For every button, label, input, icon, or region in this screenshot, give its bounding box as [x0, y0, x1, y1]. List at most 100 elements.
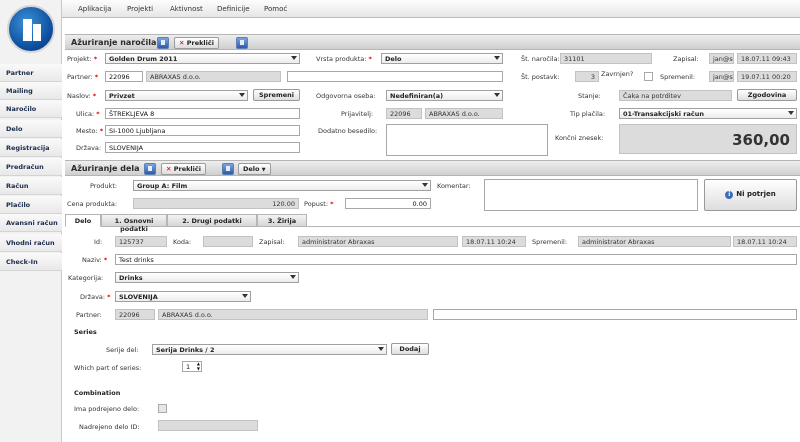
ni-potrjen-button[interactable]: i Ni potrjen [704, 179, 797, 211]
partner-id-field[interactable]: 22096 [105, 71, 143, 82]
dodaj-button[interactable]: Dodaj [391, 343, 429, 355]
koda-field [203, 236, 253, 247]
sidebar-item-narocilo[interactable]: Naročilo [0, 100, 62, 118]
zgodovina-button[interactable]: Zgodovina [737, 89, 797, 101]
work-zapisal-label: Zapisal: [259, 238, 285, 246]
popust-label: Popust: * [304, 200, 334, 208]
menu-aktivnost[interactable]: Aktivnost [170, 5, 203, 13]
mesto-field[interactable]: SI-1000 Ljubljana [105, 125, 300, 136]
sidebar-item-delo[interactable]: Delo [0, 120, 62, 138]
work-drzava-select[interactable]: SLOVENIJA [115, 291, 251, 302]
prijavitelj-name-field: ABRAXAS d.o.o. [425, 108, 503, 119]
id-label: Id: [94, 238, 103, 246]
komentar-label: Komentar: [437, 182, 471, 190]
tab-zirija[interactable]: 3. Žirija [257, 214, 307, 227]
menu-projekti[interactable]: Projekti [127, 5, 153, 13]
work-partner-name-field: ABRAXAS d.o.o. [158, 309, 428, 320]
partner-label: Partner: * [67, 73, 99, 81]
zapisal-label: Zapisal: [673, 55, 699, 63]
sidebar-item-partner[interactable]: Partner [0, 64, 62, 82]
dodatno-besedilo-textarea[interactable] [386, 124, 548, 156]
cena-produkta-field: 120.00 [133, 198, 299, 209]
nadrejeno-delo-label: Nadrejeno delo ID: [79, 423, 140, 431]
ulica-field[interactable]: ŠTREKLJEVA 8 [105, 108, 300, 119]
work-partner-label: Partner: [76, 311, 102, 319]
partner-extra-field[interactable] [287, 71, 503, 82]
serije-del-label: Serije del: [106, 346, 139, 354]
zavrnjen-label: Zavrnjen? [601, 70, 634, 78]
zapisal-user-field: jan@s [709, 53, 734, 64]
ima-podrejeno-label: Ima podrejeno delo: [74, 405, 140, 413]
menu-pomoc[interactable]: Pomoć [264, 5, 287, 13]
delo-dropdown-button[interactable]: Delo ▼ [238, 163, 271, 175]
komentar-textarea[interactable] [484, 179, 698, 211]
tab-delo[interactable]: Delo [65, 214, 101, 227]
tab-drugi-podatki[interactable]: 2. Drugi podatki [167, 214, 257, 227]
spremenil-user-field: jan@s [709, 71, 734, 82]
kategorija-label: Kategorija: [68, 274, 104, 282]
projekt-select[interactable]: Golden Drum 2011 [105, 53, 300, 64]
st-narocila-label: Št. naročila: [521, 55, 560, 63]
work-section-header: Ažuriranje dela ✕ Prekliči Delo ▼ [65, 160, 800, 176]
serije-del-select[interactable]: Serija Drinks / 2 [152, 344, 387, 355]
koncni-znesek-label: Končni znesek: [555, 134, 604, 142]
save-icon[interactable] [157, 37, 169, 49]
ima-podrejeno-checkbox[interactable] [158, 404, 167, 413]
vrsta-produkta-select[interactable]: Delo [381, 53, 503, 64]
tip-placila-label: Tip plačila: [570, 110, 606, 118]
refresh-icon[interactable] [222, 163, 234, 175]
save-icon[interactable] [144, 163, 156, 175]
odgovorna-oseba-select[interactable]: Nedefiniran(a) [386, 90, 503, 101]
sidebar-item-registracija[interactable]: Registracija [0, 139, 62, 157]
naziv-field[interactable]: Test drinks [115, 254, 797, 265]
dodatno-besedilo-label: Dodatno besedilo: [318, 127, 378, 135]
sidebar-item-vhodni-racun[interactable]: Vhodni račun [0, 234, 62, 252]
id-field: 125737 [115, 236, 167, 247]
st-narocila-field: 31101 [560, 53, 652, 64]
spremeni-button[interactable]: Spremeni [253, 89, 300, 101]
sidebar-item-predracun[interactable]: Predračun [0, 158, 62, 176]
naslov-select[interactable]: Privzet [105, 90, 248, 101]
order-section-header: Ažuriranje naročila ✕ Prekliči [65, 34, 800, 50]
tab-osnovni-podatki[interactable]: 1. Osnovni podatki [101, 214, 167, 233]
work-zapisal-date-field: 18.07.11 10:24 [462, 236, 526, 247]
menu-definicije[interactable]: Definicije [217, 5, 250, 13]
mesto-label: Mesto: * [76, 127, 104, 135]
work-spremenil-label: Spremenil: [532, 238, 568, 246]
zapisal-date-field: 18.07.11 09:43 [737, 53, 797, 64]
tip-placila-select[interactable]: 01-Transakcijski račun [619, 108, 797, 119]
prijavitelj-label: Prijavitelj: [341, 110, 374, 118]
popust-field[interactable]: 0.00 [345, 198, 431, 209]
naziv-label: Naziv: * [82, 256, 108, 264]
work-spremenil-date-field: 18.07.11 10:24 [733, 236, 797, 247]
projekt-label: Projekt: * [67, 55, 98, 63]
produkt-select[interactable]: Group A: Film [133, 180, 431, 191]
kategorija-select[interactable]: Drinks [115, 272, 299, 283]
refresh-icon[interactable] [236, 37, 248, 49]
which-part-stepper[interactable]: 1 ▲ ▼ [182, 361, 202, 372]
ulica-label: Ulica: * [76, 110, 100, 118]
app-logo-icon [7, 5, 55, 53]
sidebar-item-avansni-racun[interactable]: Avansni račun [0, 214, 62, 232]
work-partner-extra-field[interactable] [433, 309, 797, 320]
sidebar-item-racun[interactable]: Račun [0, 177, 62, 195]
work-section-title: Ažuriranje dela [71, 164, 140, 173]
sidebar-item-check-in[interactable]: Check-In [0, 253, 62, 271]
sidebar-item-mailing[interactable]: Mailing [0, 82, 62, 100]
order-cancel-button[interactable]: ✕ Prekliči [174, 37, 219, 49]
work-cancel-button[interactable]: ✕ Prekliči [161, 163, 206, 175]
which-part-label: Which part of series: [74, 364, 142, 372]
zavrnjen-checkbox[interactable] [644, 72, 653, 81]
naslov-label: Naslov: * [67, 92, 97, 100]
order-section-title: Ažuriranje naročila [71, 38, 157, 47]
odgovorna-oseba-label: Odgovorna oseba: [316, 92, 376, 100]
spremenil-date-field: 19.07.11 00:20 [737, 71, 797, 82]
drzava-field[interactable]: SLOVENIJA [105, 142, 300, 153]
work-spremenil-field: administrator Abraxas [578, 236, 731, 247]
nadrejeno-delo-field [158, 420, 258, 431]
partner-name-field: ABRAXAS d.o.o. [146, 71, 281, 82]
menu-aplikacija[interactable]: Aplikacija [78, 5, 111, 13]
series-heading: Series [74, 328, 97, 336]
drzava-label: Država: [76, 144, 102, 152]
sidebar-item-placilo[interactable]: Plačilo [0, 196, 62, 214]
